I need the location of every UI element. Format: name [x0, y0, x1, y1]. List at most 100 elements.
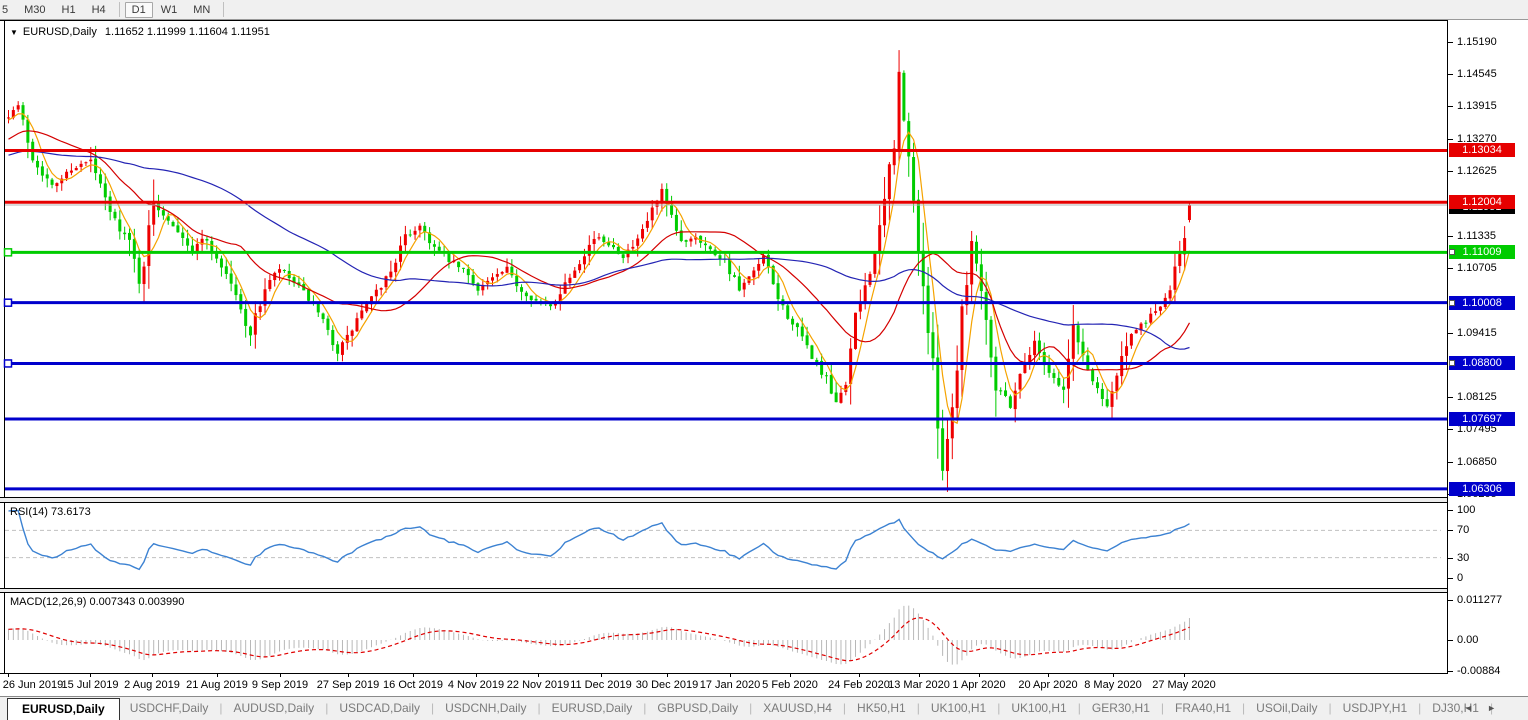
- symbol-tab-xauusd-h4[interactable]: XAUUSD,H4: [753, 697, 842, 720]
- line-price-label[interactable]: 1.08800: [1449, 356, 1515, 370]
- symbol-tab-usdchf-daily[interactable]: USDCHF,Daily: [120, 697, 219, 720]
- date-tick-label: 1 Apr 2020: [952, 679, 1005, 691]
- date-tick-mark: [790, 674, 791, 677]
- timeframe-button-mn[interactable]: MN: [185, 3, 218, 17]
- rsi-tick-label: 30: [1457, 551, 1469, 565]
- trading-terminal: { "toolbar": { "partial_timeframe": "5",…: [0, 0, 1528, 720]
- rsi-tick-mark: [1448, 558, 1453, 559]
- chart-title-ohlc: 1.11652 1.11999 1.11604 1.11951: [105, 26, 270, 38]
- rsi-tick-mark: [1448, 510, 1453, 511]
- chart-title-symbol: EURUSD,Daily: [23, 26, 97, 38]
- symbol-tab-usdcnh-daily[interactable]: USDCNH,Daily: [435, 697, 536, 720]
- macd-tick-mark: [1448, 640, 1453, 641]
- timeframe-button-h1[interactable]: H1: [54, 3, 84, 17]
- toolbar-separator: [119, 2, 120, 17]
- timeframe-button-h4[interactable]: H4: [84, 3, 114, 17]
- macd-label: MACD(12,26,9) 0.007343 0.003990: [10, 596, 184, 608]
- date-tick-label: 27 Sep 2019: [317, 679, 379, 691]
- price-tick-mark: [1448, 268, 1453, 269]
- date-tick-mark: [538, 674, 539, 677]
- rsi-tick-mark: [1448, 578, 1453, 579]
- timeframe-button-d1[interactable]: D1: [125, 2, 153, 18]
- price-tick-label: 1.14545: [1457, 67, 1497, 81]
- line-price-label[interactable]: 1.12004: [1449, 195, 1515, 209]
- symbol-tab-fra40-h1[interactable]: FRA40,H1: [1165, 697, 1241, 720]
- symbol-tab-uk100-h1[interactable]: UK100,H1: [921, 697, 996, 720]
- date-tick-label: 5 Feb 2020: [762, 679, 818, 691]
- timeframe-button-partial[interactable]: 5: [2, 3, 16, 17]
- line-price-label[interactable]: 1.13034: [1449, 143, 1515, 157]
- symbol-tab-usdjpy-h1[interactable]: USDJPY,H1: [1333, 697, 1417, 720]
- price-tick-mark: [1448, 74, 1453, 75]
- macd-tick-label: -0.00884: [1457, 664, 1500, 678]
- date-tick-mark: [152, 674, 153, 677]
- date-axis[interactable]: 26 Jun 201915 Jul 20192 Aug 201921 Aug 2…: [0, 674, 1447, 696]
- line-drag-handle: [5, 360, 12, 367]
- date-tick-mark: [476, 674, 477, 677]
- line-drag-handle[interactable]: [1449, 360, 1455, 366]
- price-tick-label: 1.15190: [1457, 35, 1497, 49]
- price-tick-label: 1.12625: [1457, 164, 1497, 178]
- rsi-tick-mark: [1448, 530, 1453, 531]
- price-tick-label: 1.10705: [1457, 261, 1497, 275]
- line-drag-handle[interactable]: [1449, 300, 1455, 306]
- date-tick-label: 20 Apr 2020: [1018, 679, 1077, 691]
- line-drag-handle: [5, 249, 12, 256]
- symbol-tab-gbpusd-daily[interactable]: GBPUSD,Daily: [647, 697, 748, 720]
- timeframe-button-w1[interactable]: W1: [153, 3, 186, 17]
- date-tick-mark: [979, 674, 980, 677]
- price-tick-mark: [1448, 171, 1453, 172]
- line-price-label[interactable]: 1.11009: [1449, 245, 1515, 259]
- date-tick-mark: [859, 674, 860, 677]
- macd-panel[interactable]: [0, 592, 1447, 674]
- timeframe-button-m30[interactable]: M30: [16, 3, 53, 17]
- date-tick-mark: [1048, 674, 1049, 677]
- macd-tick-label: 0.00: [1457, 633, 1478, 647]
- date-tick-mark: [8, 674, 9, 677]
- date-tick-label: 27 May 2020: [1152, 679, 1216, 691]
- line-drag-handle: [5, 299, 12, 306]
- macd-main-value: 0.007343: [89, 596, 135, 608]
- price-tick-label: 1.09415: [1457, 326, 1497, 340]
- timeframe-toolbar: 5M30H1H4 D1W1MN: [0, 0, 1528, 20]
- price-tick-label: 1.06850: [1457, 455, 1497, 469]
- tab-scroll-arrows[interactable]: ◄►: [1464, 703, 1510, 713]
- symbol-tab-uk100-h1[interactable]: UK100,H1: [1001, 697, 1076, 720]
- symbol-tabbar: EURUSD,DailyUSDCHF,Daily|AUDUSD,Daily|US…: [0, 696, 1528, 720]
- price-tick-mark: [1448, 397, 1453, 398]
- rsi-tick-label: 0: [1457, 571, 1463, 585]
- chart-title: ▼ EURUSD,Daily 1.11652 1.11999 1.11604 1…: [10, 26, 270, 38]
- date-tick-label: 17 Jan 2020: [700, 679, 761, 691]
- price-tick-mark: [1448, 139, 1453, 140]
- line-price-label[interactable]: 1.07697: [1449, 412, 1515, 426]
- symbol-tab-usoil-daily[interactable]: USOil,Daily: [1246, 697, 1327, 720]
- macd-histogram: [9, 606, 1190, 665]
- rsi-tick-label: 100: [1457, 503, 1475, 517]
- line-price-label[interactable]: 1.10008: [1449, 296, 1515, 310]
- date-tick-label: 11 Dec 2019: [570, 679, 632, 691]
- medium-ma: [9, 131, 1190, 370]
- line-price-label[interactable]: 1.06306: [1449, 482, 1515, 496]
- price-tick-mark: [1448, 42, 1453, 43]
- symbol-tab-hk50-h1[interactable]: HK50,H1: [847, 697, 916, 720]
- symbol-tab-usdcad-daily[interactable]: USDCAD,Daily: [329, 697, 430, 720]
- price-tick-label: 1.11335: [1457, 229, 1496, 243]
- date-tick-mark: [90, 674, 91, 677]
- price-tick-label: 1.13915: [1457, 99, 1497, 113]
- symbol-tab-ger30-h1[interactable]: GER30,H1: [1082, 697, 1160, 720]
- line-drag-handle[interactable]: [1449, 249, 1455, 255]
- date-tick-mark: [667, 674, 668, 677]
- symbol-tab-audusd-daily[interactable]: AUDUSD,Daily: [224, 697, 325, 720]
- chevron-down-icon[interactable]: ▼: [10, 28, 18, 37]
- date-tick-label: 22 Nov 2019: [507, 679, 569, 691]
- symbol-tab-eurusd-daily[interactable]: EURUSD,Daily: [542, 697, 643, 720]
- date-tick-label: 9 Sep 2019: [252, 679, 308, 691]
- rsi-label: RSI(14) 73.6173: [10, 506, 91, 518]
- price-axis[interactable]: 1.151901.145451.139151.132701.126251.113…: [1447, 20, 1528, 674]
- date-tick-label: 15 Jul 2019: [62, 679, 119, 691]
- rsi-panel[interactable]: [0, 502, 1447, 589]
- rsi-tick-label: 70: [1457, 523, 1469, 537]
- price-chart-panel[interactable]: [0, 20, 1447, 498]
- symbol-tab-eurusd-daily[interactable]: EURUSD,Daily: [7, 698, 120, 720]
- macd-tick-mark: [1448, 671, 1453, 672]
